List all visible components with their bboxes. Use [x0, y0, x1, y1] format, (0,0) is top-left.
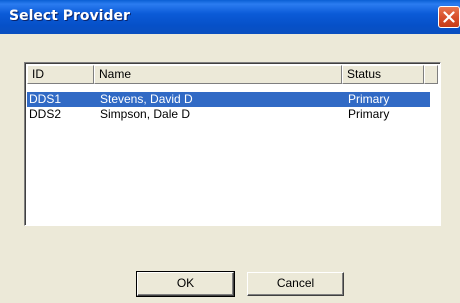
- list-item[interactable]: DDS1 Stevens, David D Primary: [27, 92, 430, 107]
- provider-name: Simpson, Dale D: [100, 107, 191, 121]
- provider-status: Primary: [348, 107, 390, 121]
- provider-list[interactable]: ID Name Status DDS1 Stevens, David D Pri…: [24, 62, 441, 226]
- column-header-id[interactable]: ID: [27, 65, 94, 84]
- title-bar[interactable]: Select Provider: [0, 0, 460, 34]
- provider-name: Stevens, David D: [100, 92, 193, 106]
- column-header-name[interactable]: Name: [94, 65, 342, 84]
- provider-id: DDS1: [29, 92, 62, 106]
- provider-status: Primary: [348, 92, 390, 106]
- list-item[interactable]: DDS2 Simpson, Dale D Primary: [27, 107, 430, 122]
- provider-id: DDS2: [29, 107, 62, 121]
- close-button[interactable]: [438, 6, 460, 28]
- dialog-title: Select Provider: [9, 8, 130, 24]
- cancel-button[interactable]: Cancel: [247, 272, 344, 296]
- select-provider-dialog: Select Provider ID Name Status DDS1 Stev…: [0, 0, 460, 303]
- column-header-status[interactable]: Status: [342, 65, 424, 84]
- column-header-blank[interactable]: [424, 65, 438, 84]
- ok-button[interactable]: OK: [136, 271, 235, 297]
- close-icon: [443, 11, 455, 23]
